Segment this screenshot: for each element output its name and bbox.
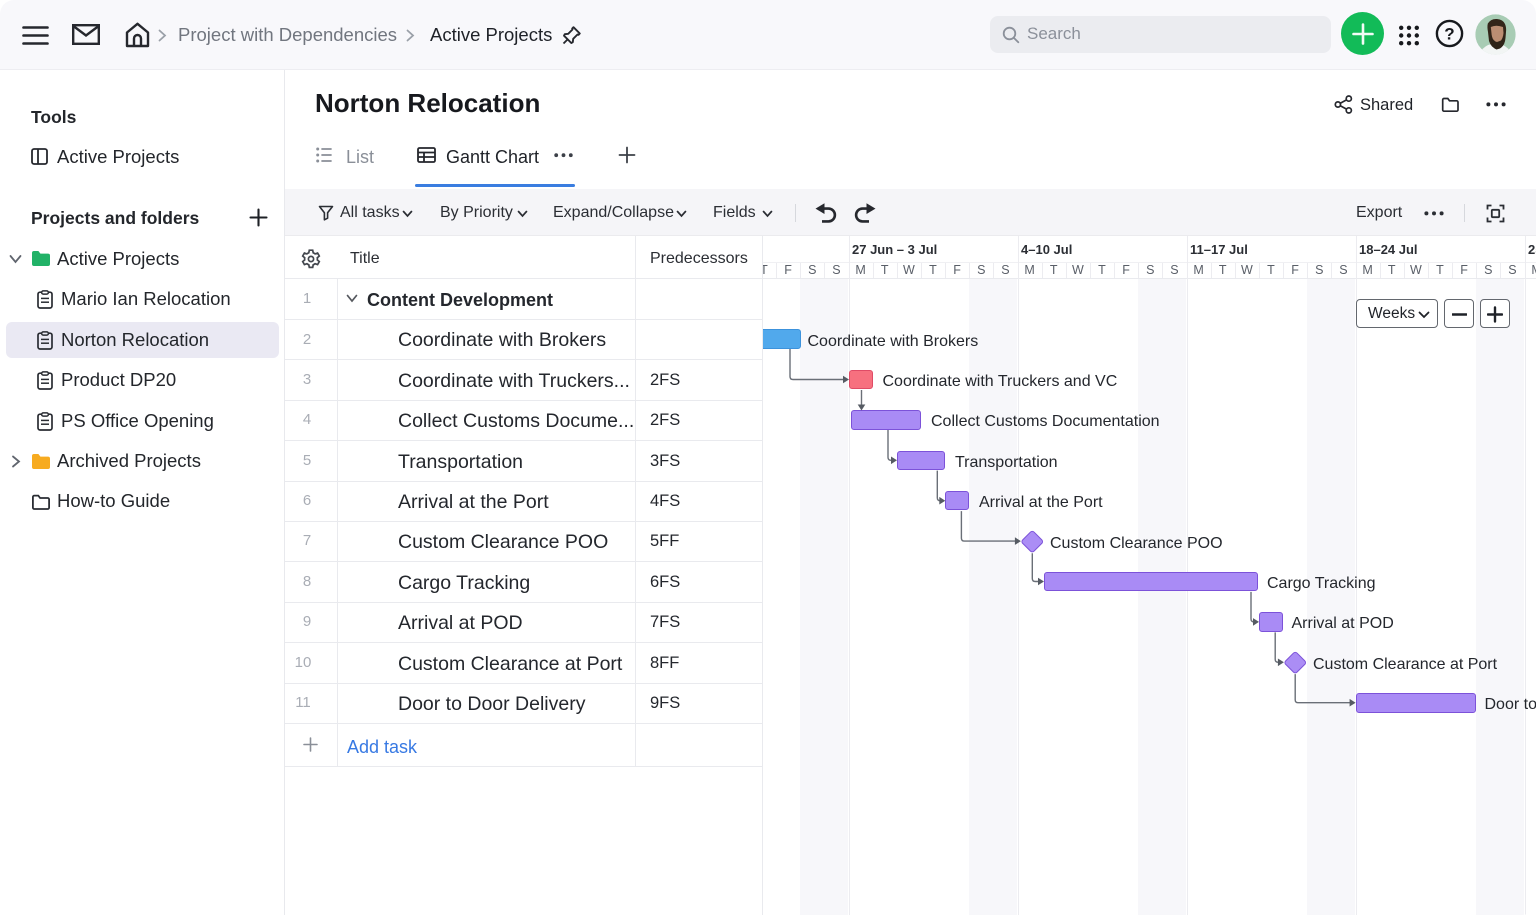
svg-text:?: ? — [1444, 25, 1454, 44]
